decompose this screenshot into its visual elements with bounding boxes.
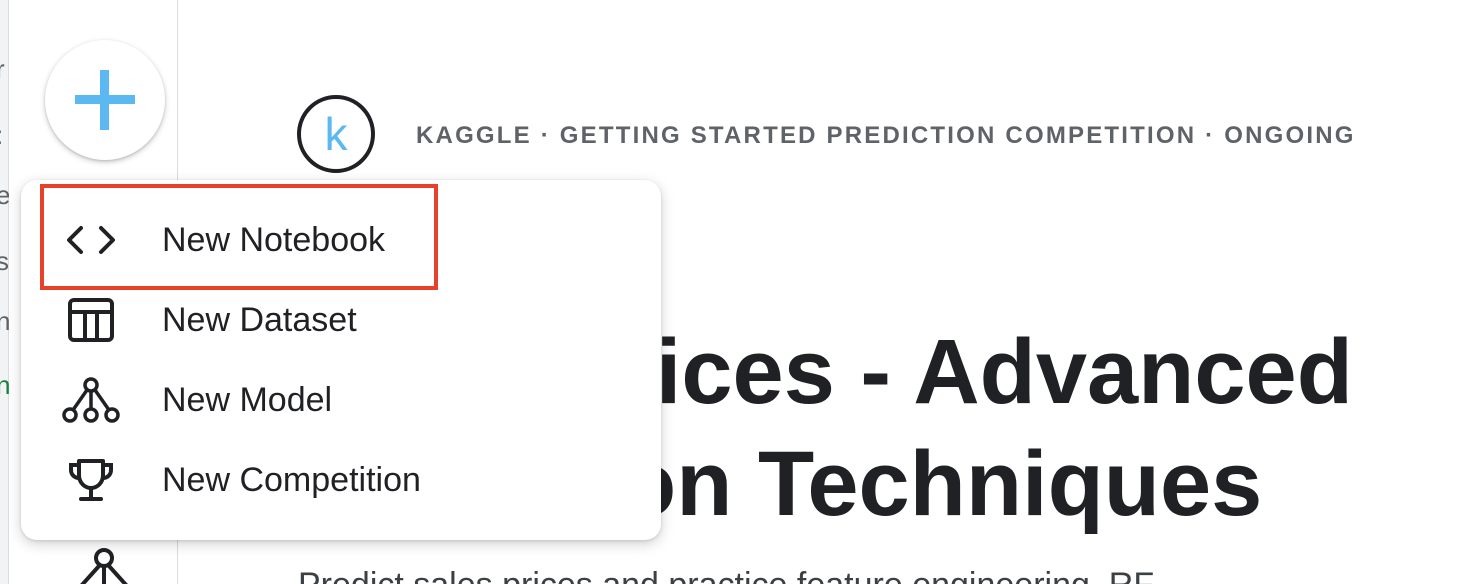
create-menu: New Notebook New Dataset New Model New C… [21, 180, 661, 540]
menu-item-label: New Model [162, 380, 333, 419]
title-line-1: rices - Advanced [620, 321, 1353, 423]
menu-item-new-dataset[interactable]: New Dataset [21, 280, 661, 360]
menu-item-label: New Dataset [162, 300, 357, 339]
page-subtitle: Predict sales prices and practice featur… [298, 566, 1154, 584]
page: r : e s n n k KAGGLE · GETTING STARTED P… [0, 0, 1468, 584]
logo-letter: k [325, 108, 349, 160]
menu-item-new-model[interactable]: New Model [21, 360, 661, 440]
models-nav-icon[interactable] [69, 546, 139, 584]
menu-item-label: New Notebook [162, 220, 386, 259]
plus-icon [75, 70, 135, 130]
trophy-icon [61, 450, 121, 510]
menu-item-new-notebook[interactable]: New Notebook [21, 200, 661, 280]
background-window-edge: r : e s n n [0, 0, 10, 584]
menu-item-label: New Competition [162, 460, 421, 499]
table-icon [61, 290, 121, 350]
create-button[interactable] [45, 40, 165, 160]
menu-item-new-competition[interactable]: New Competition [21, 440, 661, 520]
page-title: rices - Advanced on Techniques [620, 316, 1353, 540]
title-line-2: on Techniques [620, 433, 1263, 535]
code-icon [61, 210, 121, 270]
competition-kicker: KAGGLE · GETTING STARTED PREDICTION COMP… [416, 122, 1356, 149]
model-icon [61, 370, 121, 430]
kaggle-logo: k [297, 95, 375, 173]
